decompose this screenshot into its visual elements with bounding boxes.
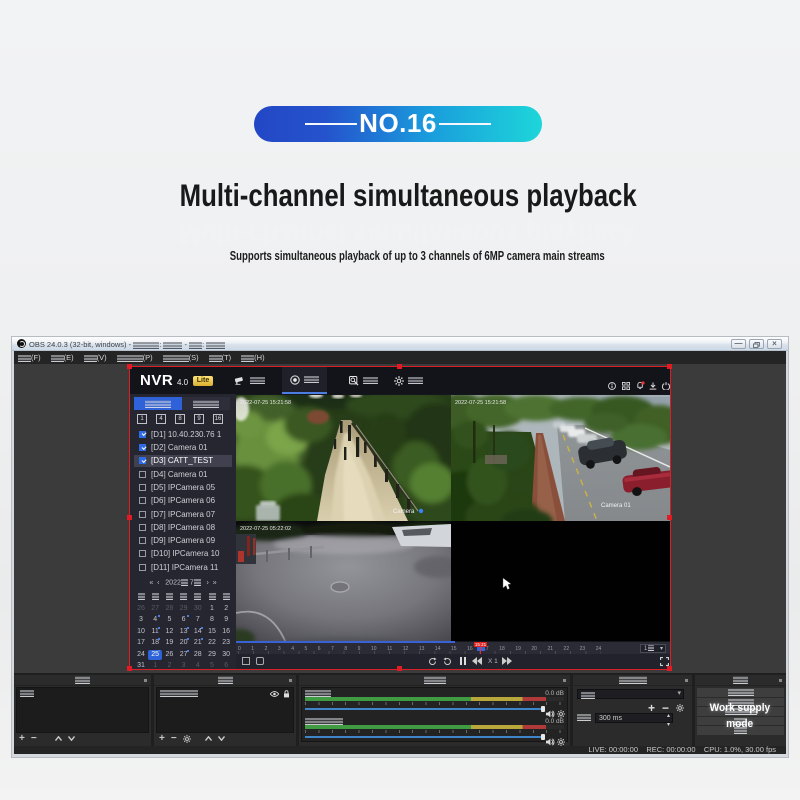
svg-text:2022-07-25 15:21:58: 2022-07-25 15:21:58 (240, 400, 291, 406)
svg-text:2022-07-25 05:22:02: 2022-07-25 05:22:02 (240, 526, 291, 532)
svg-text:Camera: Camera (393, 509, 415, 515)
svg-text:2022-07-25 15:21:58: 2022-07-25 15:21:58 (455, 400, 506, 406)
svg-text:Camera 01: Camera 01 (601, 503, 631, 509)
